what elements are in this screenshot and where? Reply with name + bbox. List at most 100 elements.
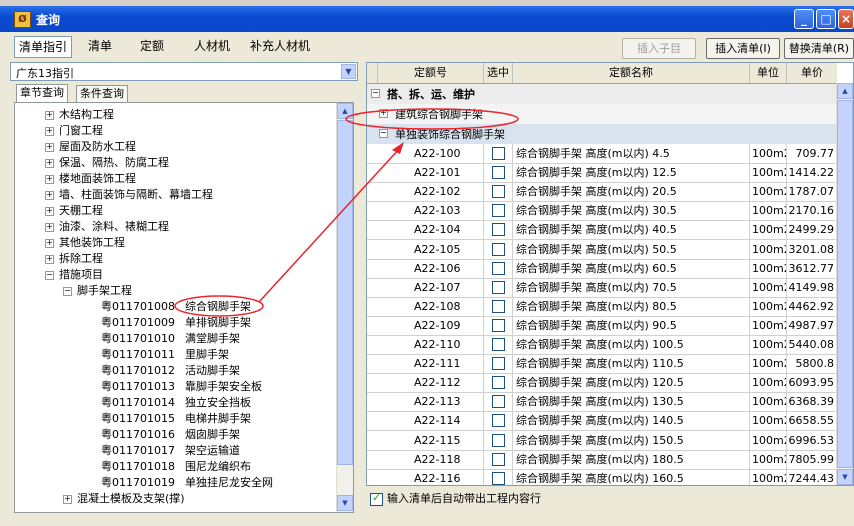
scroll-thumb[interactable] [337,120,353,465]
tree-node[interactable]: + 天棚工程 [45,203,103,219]
tree-node[interactable]: + 木结构工程 [45,107,114,123]
row-checkbox[interactable] [492,280,505,294]
tab-materials[interactable]: 人材机 [190,36,234,56]
tree-node[interactable]: + 其他装饰工程 [45,235,125,251]
tree-leaf-item[interactable]: 粤011701019 单独挂尼龙安全网 [101,475,273,491]
scroll-up-icon[interactable]: ▲ [337,103,353,119]
tree-node[interactable]: + 屋面及防水工程 [45,139,136,155]
expand-icon[interactable]: + [45,127,54,136]
expand-icon[interactable]: + [45,159,54,168]
row-checkbox[interactable] [492,471,505,485]
tree-leaf-item[interactable]: 粤011701016 烟囱脚手架 [101,427,240,443]
row-checkbox[interactable] [492,166,505,180]
quota-row[interactable]: A22-111 综合钢脚手架 高度(m以内) 110.5 100m2 5800.8 [367,354,837,375]
row-checkbox[interactable] [492,261,505,275]
collapse-icon[interactable]: − [63,287,72,296]
tree-leaf-item[interactable]: 粤011701018 围尼龙编织布 [101,459,251,475]
scroll-down-icon[interactable]: ▼ [337,495,353,511]
row-checkbox[interactable] [492,376,505,390]
tab-list-guide[interactable]: 清单指引 [14,36,73,58]
tab-supplement-materials[interactable]: 补充人材机 [246,36,314,56]
row-checkbox[interactable] [492,299,505,313]
collapse-icon[interactable]: − [379,129,388,138]
tree-node[interactable]: + 混凝土模板及支架(撑) [63,491,185,507]
tree-node[interactable]: + 拆除工程 [45,251,103,267]
quota-row[interactable]: A22-101 综合钢脚手架 高度(m以内) 12.5 100m2 1414.22 [367,163,837,184]
collapse-icon[interactable]: − [45,271,54,280]
scroll-up-icon[interactable]: ▲ [837,83,853,99]
tab-quota[interactable]: 定额 [136,36,168,56]
quota-row[interactable]: A22-108 综合钢脚手架 高度(m以内) 80.5 100m2 4462.92 [367,296,837,317]
tree-leaf-item[interactable]: 粤011701008 综合钢脚手架 [101,299,251,315]
tree-node[interactable]: + 楼地面装饰工程 [45,171,136,187]
row-checkbox[interactable] [492,338,505,351]
maximize-button[interactable]: □ [816,9,836,29]
insert-child-button[interactable]: 插入子目 [622,38,696,59]
tree-node[interactable]: + 油漆、涂料、裱糊工程 [45,219,169,235]
tree-node[interactable]: − 措施项目 [45,267,103,283]
expand-icon[interactable]: + [45,111,54,120]
row-checkbox[interactable] [492,318,505,332]
quota-row[interactable]: A22-103 综合钢脚手架 高度(m以内) 30.5 100m2 2170.16 [367,201,837,222]
expand-icon[interactable]: + [45,239,54,248]
tree-node[interactable]: + 保温、隔热、防腐工程 [45,155,169,171]
subgroup-row-building[interactable]: + 建筑综合钢脚手架 [367,104,837,124]
expand-icon[interactable]: + [379,109,388,118]
expand-icon[interactable]: + [45,191,54,200]
row-checkbox[interactable] [492,452,505,466]
tree-leaf-item[interactable]: 粤011701013 靠脚手架安全板 [101,379,262,395]
tree-leaf-item[interactable]: 粤011701012 活动脚手架 [101,363,240,379]
quota-row[interactable]: A22-102 综合钢脚手架 高度(m以内) 20.5 100m2 1787.07 [367,182,837,203]
row-checkbox[interactable] [492,147,505,160]
row-checkbox[interactable] [492,414,505,428]
row-checkbox[interactable] [492,357,505,371]
expand-icon[interactable]: + [45,255,54,264]
quota-row[interactable]: A22-107 综合钢脚手架 高度(m以内) 70.5 100m2 4149.98 [367,277,837,298]
quota-row[interactable]: A22-114 综合钢脚手架 高度(m以内) 140.5 100m2 6658.55 [367,411,837,432]
quota-row[interactable]: A22-115 综合钢脚手架 高度(m以内) 150.5 100m2 6996.53 [367,430,837,451]
tree-node[interactable]: − 脚手架工程 [63,283,132,299]
row-checkbox[interactable] [492,395,505,409]
tree-node[interactable]: + 墙、柱面装饰与隔断、幕墙工程 [45,187,213,203]
row-checkbox[interactable] [492,433,505,447]
tree-leaf-item[interactable]: 粤011701014 独立安全挡板 [101,395,251,411]
tree-scrollbar[interactable]: ▲ ▼ [336,103,353,512]
expand-icon[interactable]: + [45,143,54,152]
subgroup-row-decoration[interactable]: − 单独装饰综合钢脚手架 [367,124,837,144]
grid-scrollbar[interactable]: ▲ ▼ [836,83,853,485]
quota-row[interactable]: A22-113 综合钢脚手架 高度(m以内) 130.5 100m2 6368.39 [367,392,837,413]
expand-icon[interactable]: + [45,175,54,184]
row-checkbox[interactable] [492,204,505,218]
chevron-down-icon[interactable]: ▼ [341,64,356,79]
tree-leaf-item[interactable]: 粤011701011 里脚手架 [101,347,229,363]
minimize-button[interactable]: _ [794,9,814,29]
collapse-icon[interactable]: − [371,89,380,98]
tree-leaf-item[interactable]: 粤011701015 电梯井脚手架 [101,411,251,427]
row-checkbox[interactable] [492,242,505,256]
close-button[interactable]: × [838,9,854,29]
expand-icon[interactable]: + [63,495,72,504]
quota-row[interactable]: A22-112 综合钢脚手架 高度(m以内) 120.5 100m2 6093.95 [367,373,837,394]
scroll-down-icon[interactable]: ▼ [837,469,853,485]
tab-condition-query[interactable]: 条件查询 [76,85,128,103]
tab-chapter-query[interactable]: 章节查询 [16,84,68,104]
expand-icon[interactable]: + [45,223,54,232]
quota-row[interactable]: A22-106 综合钢脚手架 高度(m以内) 60.5 100m2 3612.77 [367,258,837,279]
quota-row[interactable]: A22-118 综合钢脚手架 高度(m以内) 180.5 100m2 7805.99 [367,449,837,470]
replace-list-button[interactable]: 替换清单(R) [784,38,854,59]
tree-leaf-item[interactable]: 粤011701017 架空运输道 [101,443,240,459]
tree-leaf-item[interactable]: 粤011701010 满堂脚手架 [101,331,240,347]
expand-icon[interactable]: + [45,207,54,216]
tab-list[interactable]: 清单 [84,36,116,56]
quota-row[interactable]: A22-100 综合钢脚手架 高度(m以内) 4.5 100m2 709.77 [367,144,837,164]
quota-row[interactable]: A22-104 综合钢脚手架 高度(m以内) 40.5 100m2 2499.29 [367,220,837,241]
guide-select[interactable]: 广东13指引 ▼ [10,62,358,81]
quota-row[interactable]: A22-105 综合钢脚手架 高度(m以内) 50.5 100m2 3201.08 [367,239,837,260]
row-checkbox[interactable] [492,223,505,237]
group-row[interactable]: − 搭、拆、运、维护 [367,84,837,104]
scroll-thumb[interactable] [837,100,853,468]
row-checkbox[interactable] [492,185,505,199]
quota-row[interactable]: A22-110 综合钢脚手架 高度(m以内) 100.5 100m2 5440.08 [367,335,837,355]
auto-bring-checkbox[interactable]: ✓ [370,491,383,506]
tree-leaf-item[interactable]: 粤011701009 单排钢脚手架 [101,315,251,331]
